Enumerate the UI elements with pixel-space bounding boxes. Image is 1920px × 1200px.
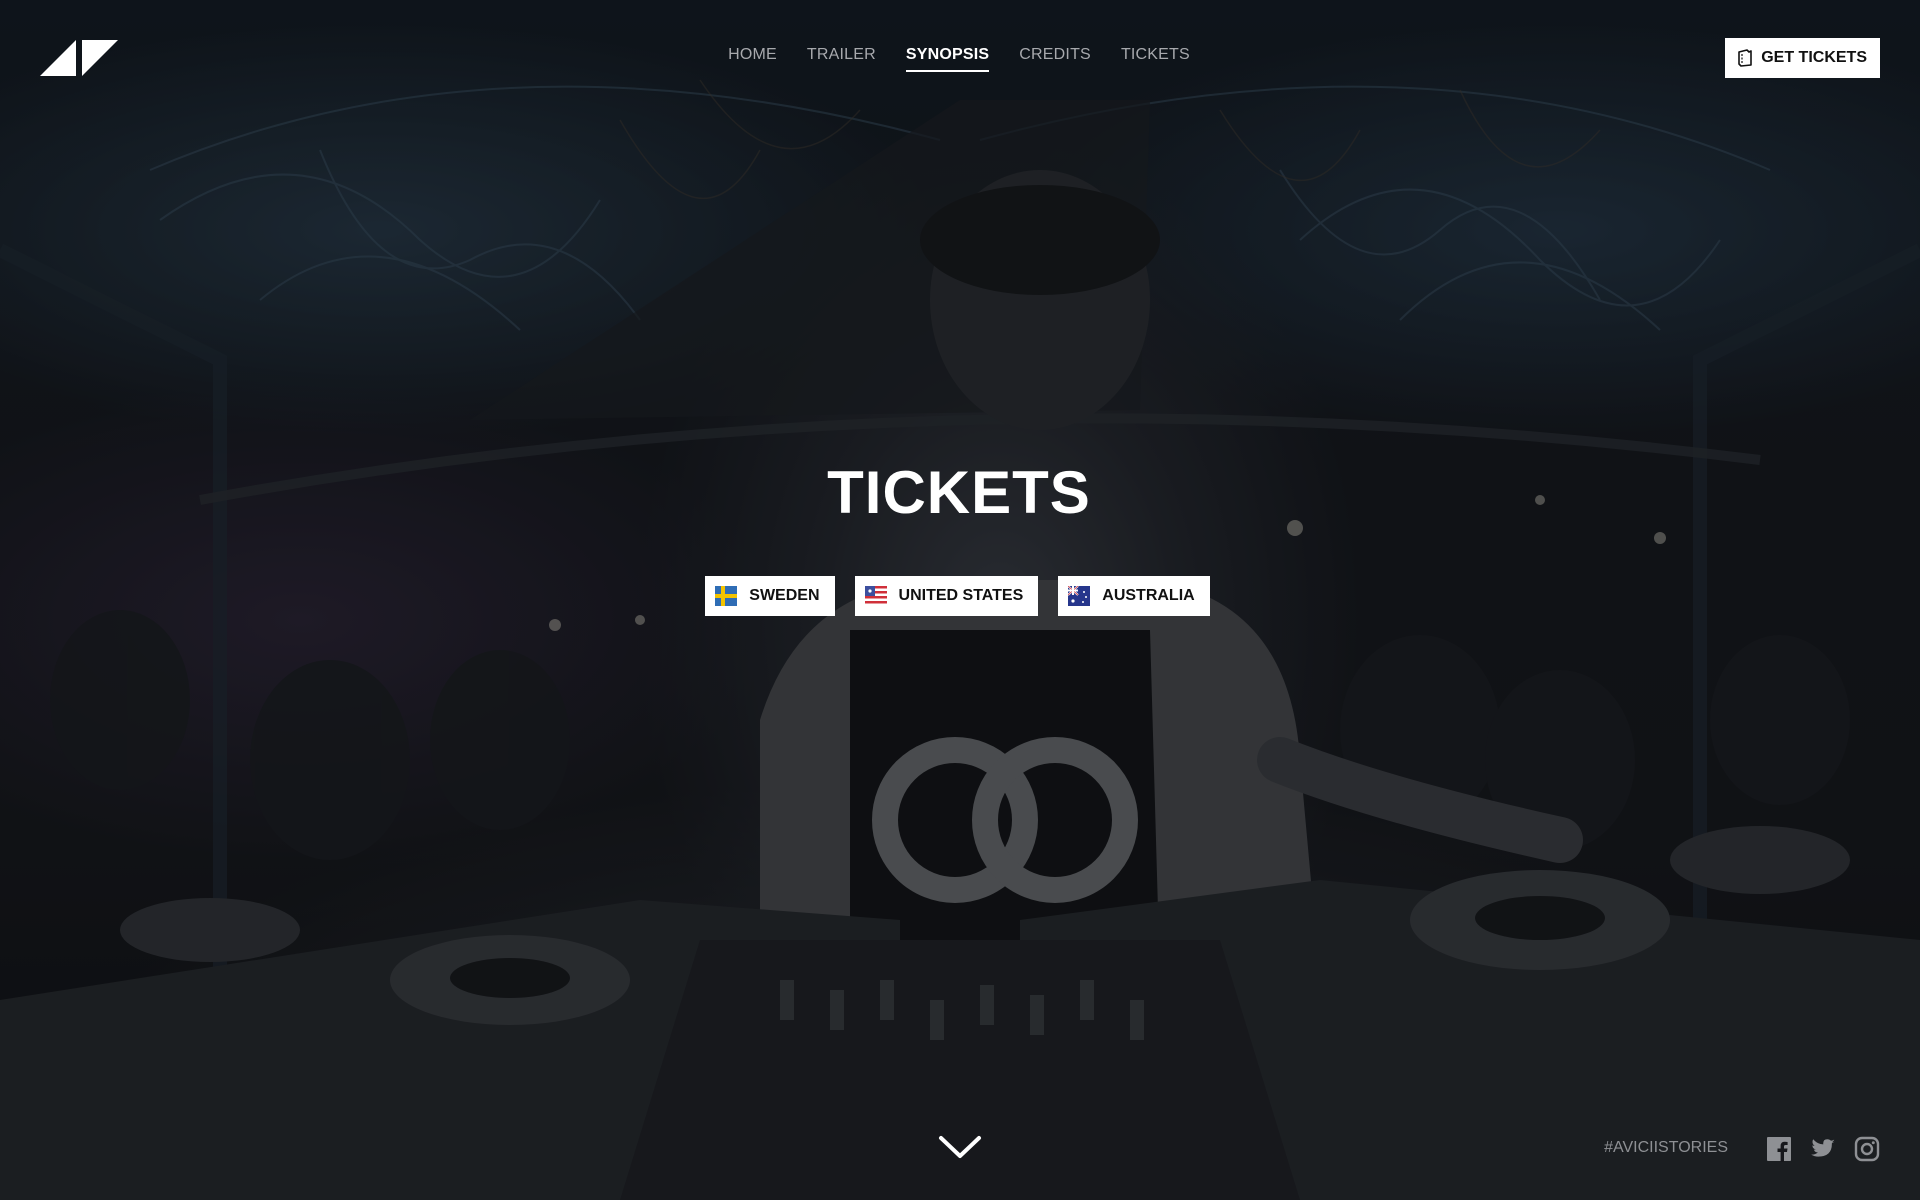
country-selector: SWEDEN UNITED STATES AUSTRALIA [0,576,1920,616]
hero-section: HOME TRAILER SYNOPSIS CREDITS TICKETS GE… [0,0,1920,1200]
nav-item-tickets[interactable]: TICKETS [1121,46,1190,72]
main-nav: HOME TRAILER SYNOPSIS CREDITS TICKETS [0,46,1920,72]
nav-item-credits[interactable]: CREDITS [1019,46,1091,72]
country-button-sweden[interactable]: SWEDEN [705,576,835,616]
page-title: TICKETS [827,459,1091,526]
australia-flag-icon [1068,586,1091,606]
country-label: AUSTRALIA [1102,587,1195,604]
twitter-icon[interactable] [1810,1136,1836,1162]
country-label: SWEDEN [749,587,820,604]
country-button-united-states[interactable]: UNITED STATES [854,576,1039,616]
ticket-icon [1738,49,1753,67]
nav-item-home[interactable]: HOME [728,46,777,72]
country-label: UNITED STATES [898,587,1024,604]
get-tickets-label: GET TICKETS [1761,49,1867,66]
sweden-flag-icon [715,586,738,606]
nav-item-synopsis[interactable]: SYNOPSIS [905,46,990,72]
facebook-icon[interactable] [1766,1136,1792,1162]
hashtag-link[interactable]: #AVICIISTORIES [1604,1139,1728,1157]
country-button-australia[interactable]: AUSTRALIA [1058,576,1210,616]
instagram-icon[interactable] [1854,1136,1880,1162]
get-tickets-button[interactable]: GET TICKETS [1725,38,1880,78]
chevron-down-icon[interactable] [937,1132,983,1162]
nav-item-trailer[interactable]: TRAILER [807,46,876,72]
us-flag-icon [864,586,887,606]
